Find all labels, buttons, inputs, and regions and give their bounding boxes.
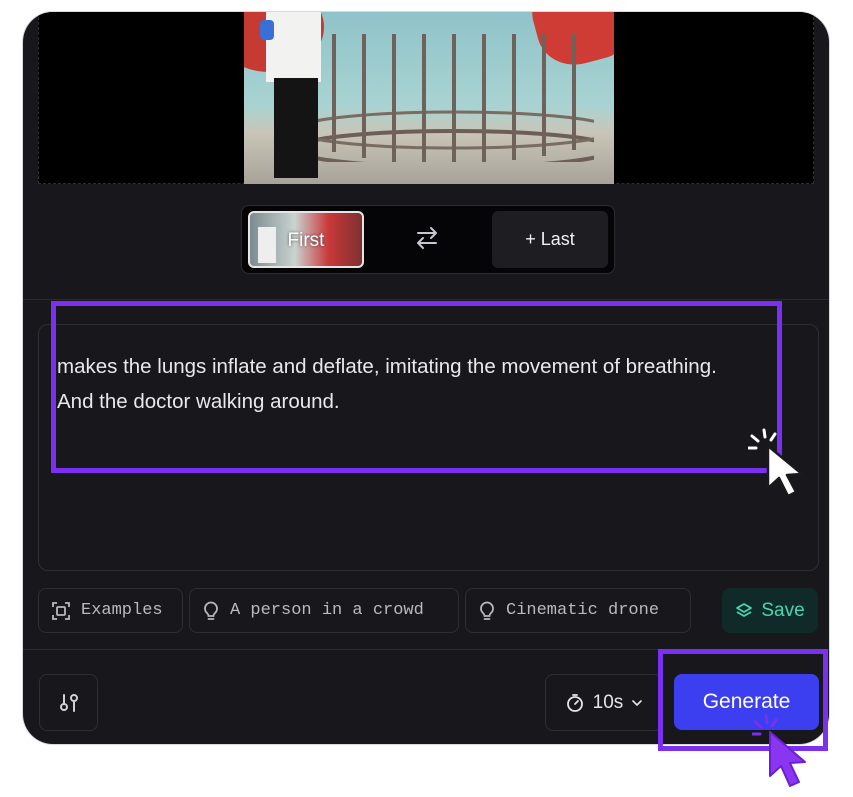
cursor-pointer-icon: [748, 428, 804, 498]
video-preview-area: [38, 12, 814, 184]
layers-icon: [736, 602, 753, 617]
lightbulb-icon: [480, 601, 494, 620]
first-frame-label: First: [287, 230, 325, 251]
settings-button[interactable]: [39, 674, 98, 731]
first-frame-button[interactable]: First: [248, 211, 364, 268]
section-divider: [23, 299, 829, 300]
frame-selector: First + Last: [241, 205, 615, 274]
suggestion-label-drone: Cinematic drone: [506, 601, 660, 620]
doctor-figure: [266, 12, 321, 82]
save-label: Save: [761, 599, 805, 621]
doctor-legs: [274, 78, 318, 178]
cage-illustration: [292, 34, 594, 162]
last-frame-button[interactable]: + Last: [492, 211, 608, 268]
preview-image: [244, 12, 614, 184]
cursor-click-icon: [752, 714, 806, 787]
save-button[interactable]: Save: [722, 588, 818, 633]
examples-label: Examples: [81, 601, 163, 620]
prompt-highlight-box: [51, 301, 782, 473]
stopwatch-icon: [566, 693, 583, 712]
swap-arrows-icon[interactable]: [412, 223, 442, 253]
suggestion-chip-drone[interactable]: Cinematic drone: [465, 588, 691, 633]
suggestion-label-crowd: A person in a crowd: [230, 601, 424, 620]
doctor-glove: [260, 20, 274, 40]
duration-select[interactable]: 10s: [545, 674, 663, 731]
lightbulb-icon: [204, 601, 218, 620]
examples-button[interactable]: Examples: [38, 588, 183, 633]
suggestion-chip-crowd[interactable]: A person in a crowd: [189, 588, 459, 633]
sliders-icon: [59, 693, 78, 712]
frame-scan-icon: [52, 601, 70, 620]
duration-value: 10s: [592, 691, 624, 713]
chevron-down-icon: [632, 699, 643, 706]
